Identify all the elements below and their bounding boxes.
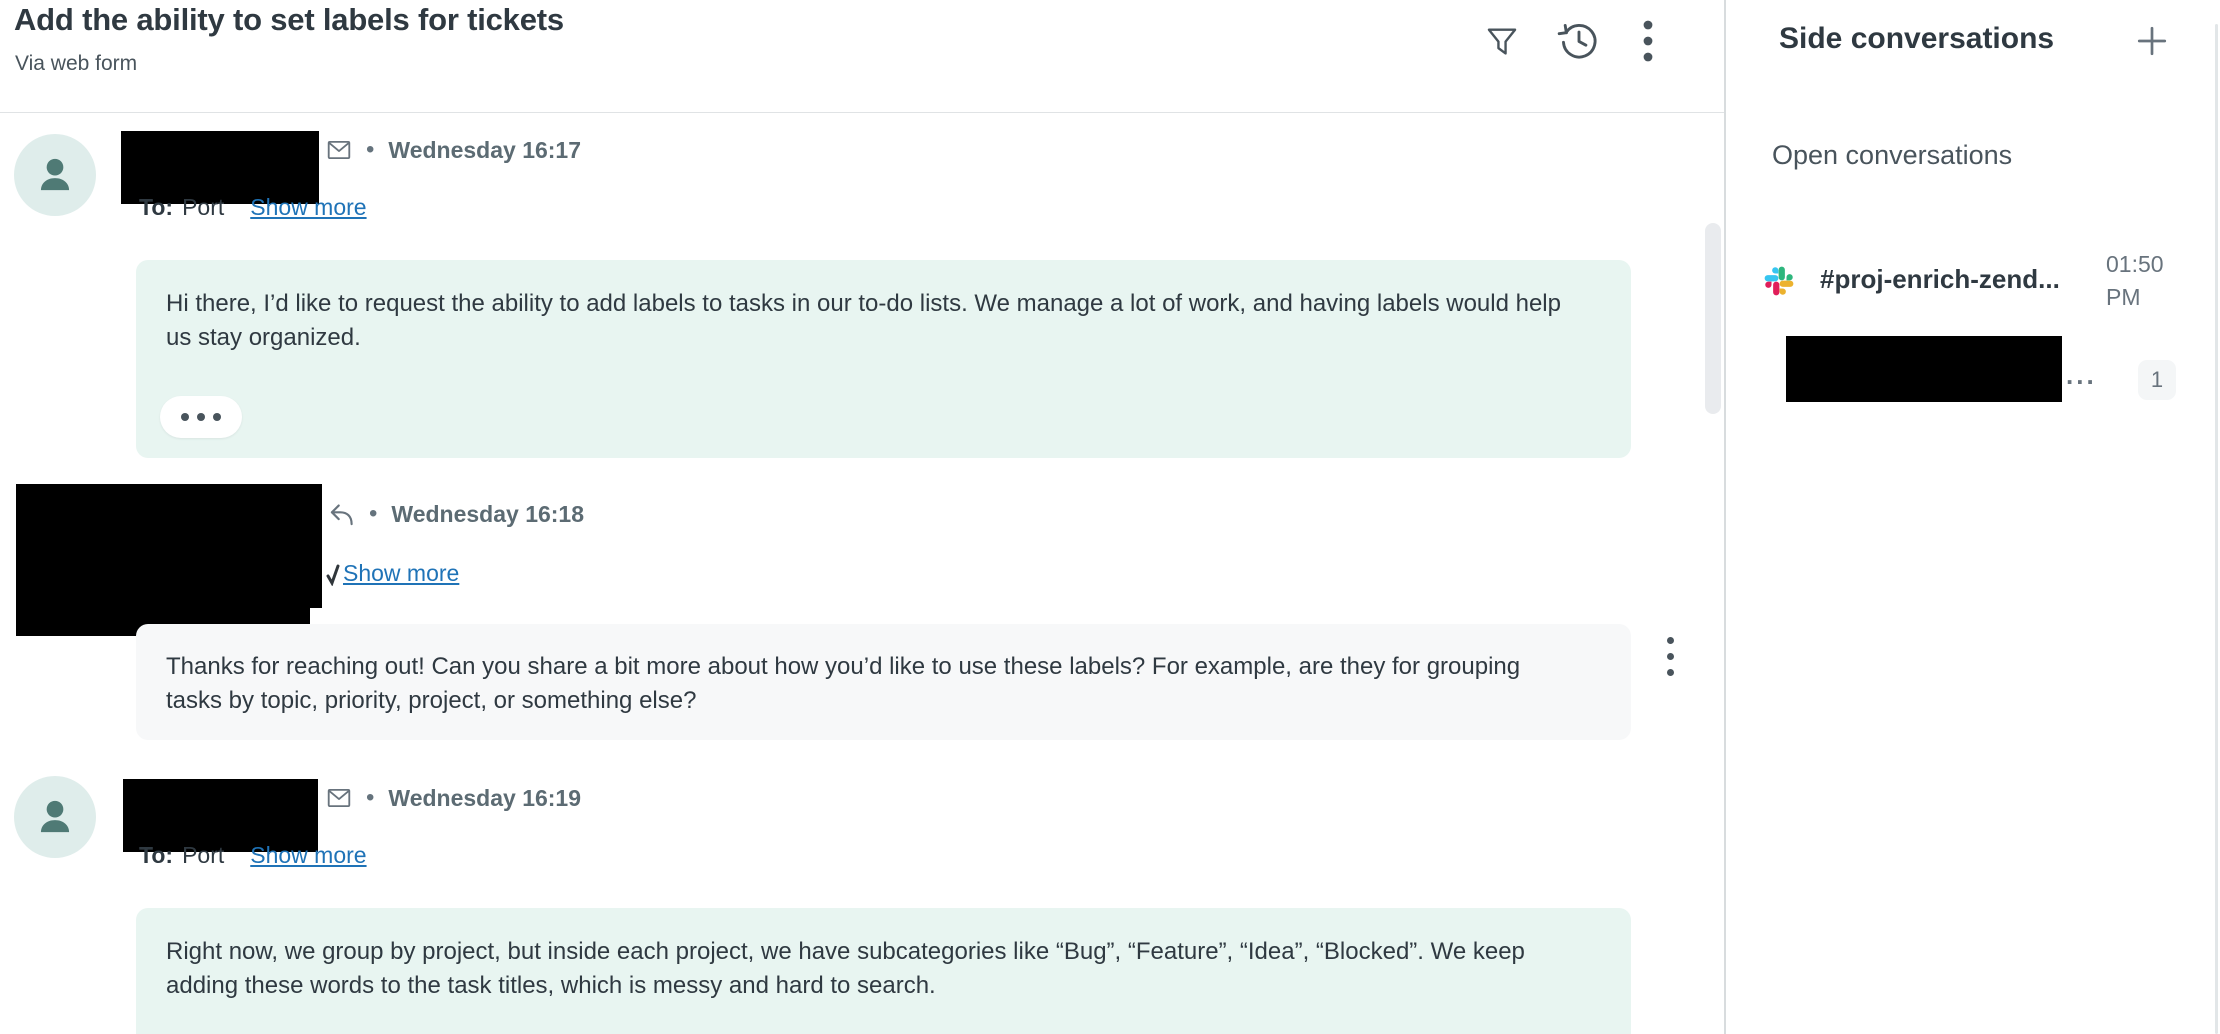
meta-separator: • [366,784,374,812]
preview-truncation-ellipsis: ... [2066,360,2097,391]
header-divider [0,112,1724,113]
conversation-options-button[interactable] [1626,14,1670,68]
side-conversations-panel: Side conversations Open conversations #p… [1726,0,2220,1034]
show-trimmed-content-button[interactable] [160,396,242,438]
filter-conversation-button[interactable] [1480,18,1524,64]
meta-separator: • [366,136,374,164]
ellipsis-dot [213,413,221,421]
kebab-dot [1667,637,1674,644]
filter-icon [1483,22,1521,60]
to-recipient: Port [182,194,224,221]
message-body: Hi there, I’d like to request the abilit… [166,287,1566,354]
ticket-via-channel: Via web form [15,52,137,76]
ticket-title: Add the ability to set labels for ticket… [14,2,564,38]
conversation-history-button[interactable] [1554,14,1604,66]
unread-count-badge: 1 [2138,360,2176,400]
email-envelope-icon [326,137,352,163]
show-more-link[interactable]: Show more [250,194,366,221]
show-more-link[interactable]: Show more [250,842,366,869]
open-conversations-label: Open conversations [1772,140,2012,171]
avatar [14,776,96,858]
message-timestamp: Wednesday 16:18 [391,500,584,528]
message-body: Right now, we group by project, but insi… [166,935,1566,1002]
redacted-sender-block [16,484,322,608]
email-envelope-icon [326,785,352,811]
plus-icon [2134,23,2170,59]
side-conversations-title: Side conversations [1779,22,2054,56]
message-bubble: Thanks for reaching out! Can you share a… [136,624,1631,740]
show-more-link[interactable]: Show more [343,560,459,587]
history-icon [1556,17,1602,63]
message-timestamp: Wednesday 16:17 [388,136,581,164]
person-icon [30,150,80,200]
avatar [14,134,96,216]
message-body: Thanks for reaching out! Can you share a… [166,650,1566,717]
slack-icon [1764,266,1794,296]
side-conversation-time: 01:50 PM [2106,248,2196,314]
to-label: To: [139,194,173,221]
redacted-glyph-fragment [326,564,340,586]
side-conversation-channel-name[interactable]: #proj-enrich-zend... [1820,264,2060,295]
to-recipient: Port [182,842,224,869]
kebab-dot [1667,653,1674,660]
kebab-menu-icon [1642,17,1654,65]
to-label: To: [139,842,173,869]
side-panel-scrollbar-track[interactable] [2215,24,2218,1034]
add-side-conversation-button[interactable] [2130,18,2174,64]
ellipsis-dot [181,413,189,421]
reply-arrow-icon [328,501,355,527]
conversation-scrollbar-thumb[interactable] [1705,223,1721,414]
person-icon [30,792,80,842]
meta-separator: • [369,500,377,528]
redacted-message-preview [1786,336,2062,402]
message-bubble: Hi there, I’d like to request the abilit… [136,260,1631,458]
ellipsis-dot [197,413,205,421]
message-bubble: Right now, we group by project, but insi… [136,908,1631,1034]
message-timestamp: Wednesday 16:19 [388,784,581,812]
ticket-view: Add the ability to set labels for ticket… [0,0,2220,1034]
kebab-dot [1667,669,1674,676]
message-options-button[interactable] [1652,630,1688,682]
